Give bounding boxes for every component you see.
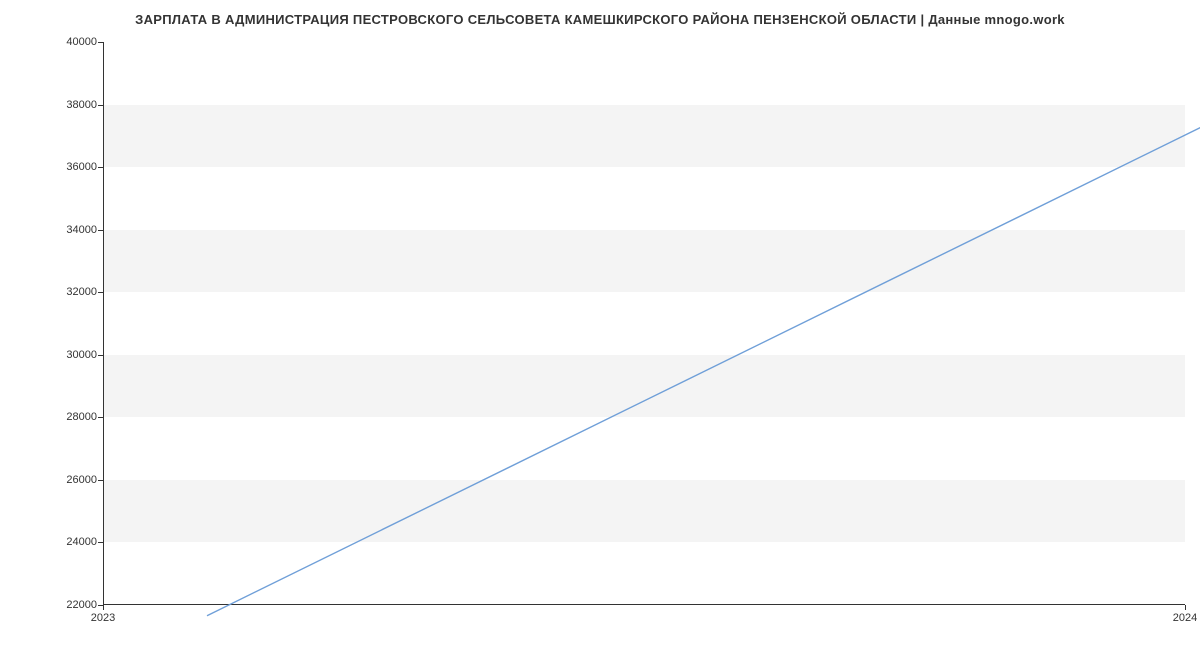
y-tick-label: 22000: [47, 599, 97, 611]
x-tick-label: 2023: [91, 612, 115, 624]
y-tick-label: 36000: [47, 161, 97, 173]
y-tick-mark: [98, 167, 103, 168]
y-tick-label: 34000: [47, 224, 97, 236]
chart-container: ЗАРПЛАТА В АДМИНИСТРАЦИЯ ПЕСТРОВСКОГО СЕ…: [0, 0, 1200, 650]
chart-line: [207, 84, 1200, 647]
y-tick-mark: [98, 417, 103, 418]
y-tick-label: 26000: [47, 474, 97, 486]
y-tick-label: 24000: [47, 536, 97, 548]
y-tick-label: 28000: [47, 411, 97, 423]
y-tick-mark: [98, 542, 103, 543]
y-tick-label: 30000: [47, 349, 97, 361]
y-tick-mark: [98, 480, 103, 481]
x-tick-mark: [1185, 605, 1186, 610]
x-tick-label: 2024: [1173, 612, 1197, 624]
y-tick-mark: [98, 230, 103, 231]
y-tick-mark: [98, 292, 103, 293]
y-tick-mark: [98, 105, 103, 106]
x-tick-mark: [103, 605, 104, 610]
y-tick-label: 38000: [47, 99, 97, 111]
y-tick-mark: [98, 42, 103, 43]
y-tick-mark: [98, 355, 103, 356]
chart-title: ЗАРПЛАТА В АДМИНИСТРАЦИЯ ПЕСТРОВСКОГО СЕ…: [0, 12, 1200, 27]
plot-area: [103, 42, 1185, 605]
y-tick-label: 32000: [47, 286, 97, 298]
y-tick-label: 40000: [47, 36, 97, 48]
